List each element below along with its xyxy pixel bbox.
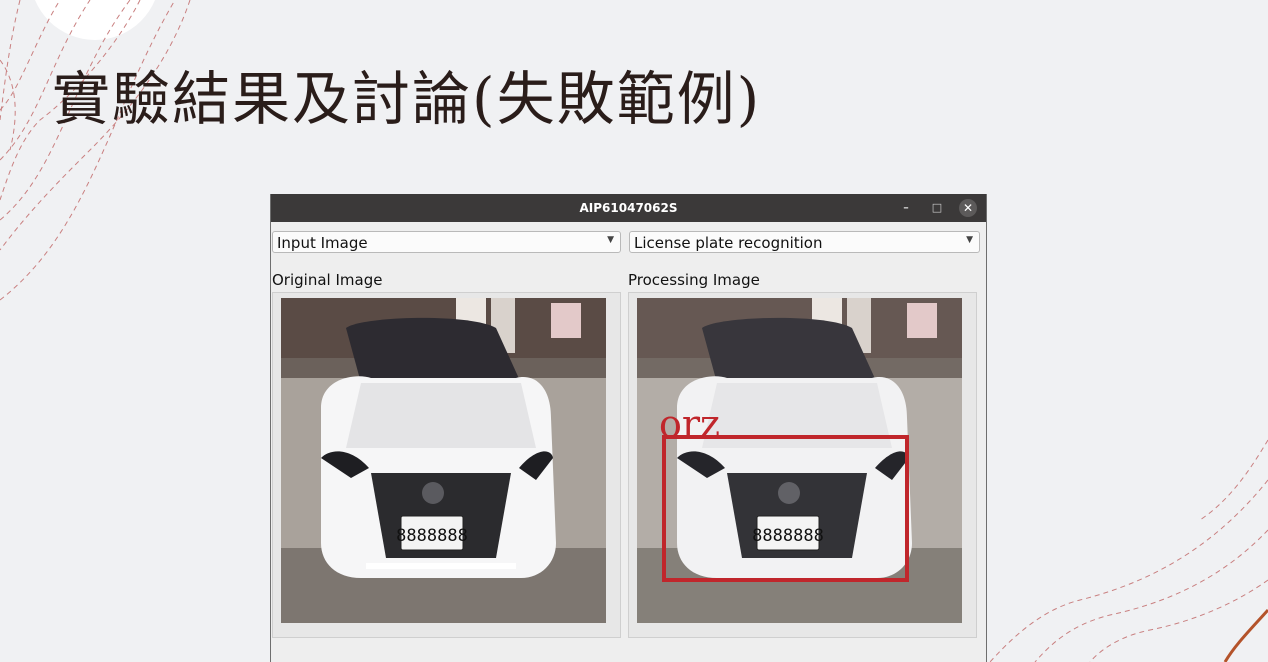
- mode-select[interactable]: License plate recognition ▼: [629, 231, 980, 253]
- window-title: AIP61047062S: [579, 201, 678, 215]
- chevron-down-icon: ▼: [966, 235, 973, 245]
- detection-label: orz: [659, 402, 721, 446]
- original-image-frame: 8888888: [272, 292, 621, 638]
- processing-image-label: Processing Image: [628, 271, 760, 289]
- original-car-image: 8888888: [281, 298, 606, 623]
- input-image-select[interactable]: Input Image ▼: [272, 231, 621, 253]
- license-plate-text: 8888888: [396, 526, 468, 546]
- slide-title: 實驗結果及討論(失敗範例): [52, 65, 762, 133]
- input-image-select-value: Input Image: [277, 234, 368, 252]
- license-plate-text: 8888888: [752, 526, 824, 546]
- app-window: AIP61047062S – □ ✕ Input Image ▼ License…: [270, 194, 987, 662]
- processing-image-frame: 8888888 orz: [628, 292, 977, 638]
- original-image-label: Original Image: [272, 271, 383, 289]
- close-icon[interactable]: ✕: [959, 199, 977, 217]
- window-titlebar[interactable]: AIP61047062S – □ ✕: [271, 194, 986, 222]
- processing-car-image: 8888888: [637, 298, 962, 623]
- maximize-icon[interactable]: □: [928, 199, 946, 217]
- minimize-icon[interactable]: –: [897, 199, 915, 217]
- mode-select-value: License plate recognition: [634, 234, 823, 252]
- chevron-down-icon: ▼: [607, 235, 614, 245]
